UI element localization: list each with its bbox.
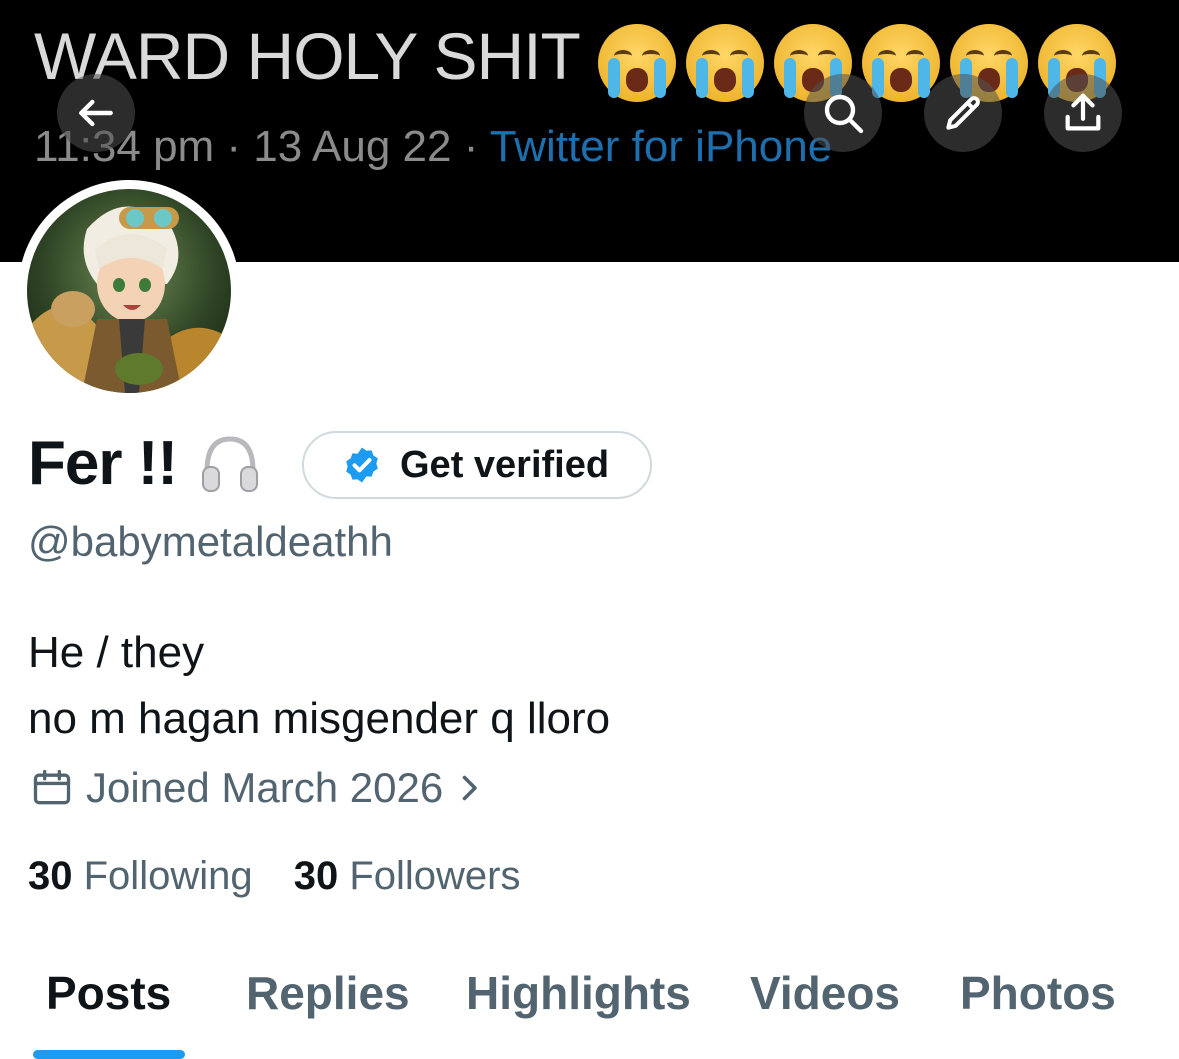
verified-badge-icon [342, 445, 382, 485]
joined-date-text: Joined March 2026 [86, 764, 444, 811]
bio-line: He / they [28, 628, 205, 677]
follow-stats: 30 Following 30 Followers [28, 854, 521, 899]
search-icon [824, 94, 864, 134]
tab-posts[interactable]: Posts [46, 966, 171, 1020]
following-label: Following [83, 854, 253, 898]
bio-line: no m hagan misgender q lloro [28, 694, 611, 743]
chevron-right-icon [462, 775, 478, 801]
avatar-ring [18, 180, 240, 402]
profile-name-row: Fer !! [28, 428, 263, 499]
profile-bio: He / they no m hagan misgender q lloro [28, 620, 610, 752]
profile-tabs: Posts Replies Highlights Videos Photos [0, 960, 1179, 1059]
avatar[interactable] [27, 189, 231, 393]
crying-face-icon [686, 24, 764, 102]
get-verified-button[interactable]: Get verified [302, 431, 652, 499]
edit-button[interactable] [924, 74, 1002, 152]
tab-videos[interactable]: Videos [750, 966, 900, 1020]
profile-handle: @babymetaldeathh [28, 518, 393, 565]
active-tab-indicator [33, 1050, 185, 1059]
followers-link[interactable]: 30 Followers [294, 854, 521, 898]
pencil-icon [946, 96, 980, 130]
tab-replies[interactable]: Replies [246, 966, 410, 1020]
get-verified-label: Get verified [400, 443, 610, 486]
display-name: Fer !! [28, 429, 178, 498]
banner-source: Twitter for iPhone [489, 122, 833, 171]
banner-meta-text: 11:34 pm · 13 Aug 22 · Twitter for iPhon… [34, 122, 832, 172]
headphones-icon [197, 431, 263, 497]
crying-face-icon [598, 24, 676, 102]
calendar-icon [33, 769, 71, 805]
followers-label: Followers [349, 854, 521, 898]
back-button[interactable] [57, 74, 135, 152]
tab-highlights[interactable]: Highlights [466, 966, 691, 1020]
search-button[interactable] [804, 74, 882, 152]
arrow-left-icon [79, 99, 113, 127]
share-icon [1065, 93, 1101, 131]
following-count: 30 [28, 854, 73, 898]
followers-count: 30 [293, 854, 339, 898]
tab-photos[interactable]: Photos [960, 966, 1116, 1020]
share-button[interactable] [1044, 74, 1122, 152]
following-link[interactable]: 30 Following [28, 854, 253, 898]
joined-date-row[interactable]: Joined March 2026 [30, 764, 487, 812]
